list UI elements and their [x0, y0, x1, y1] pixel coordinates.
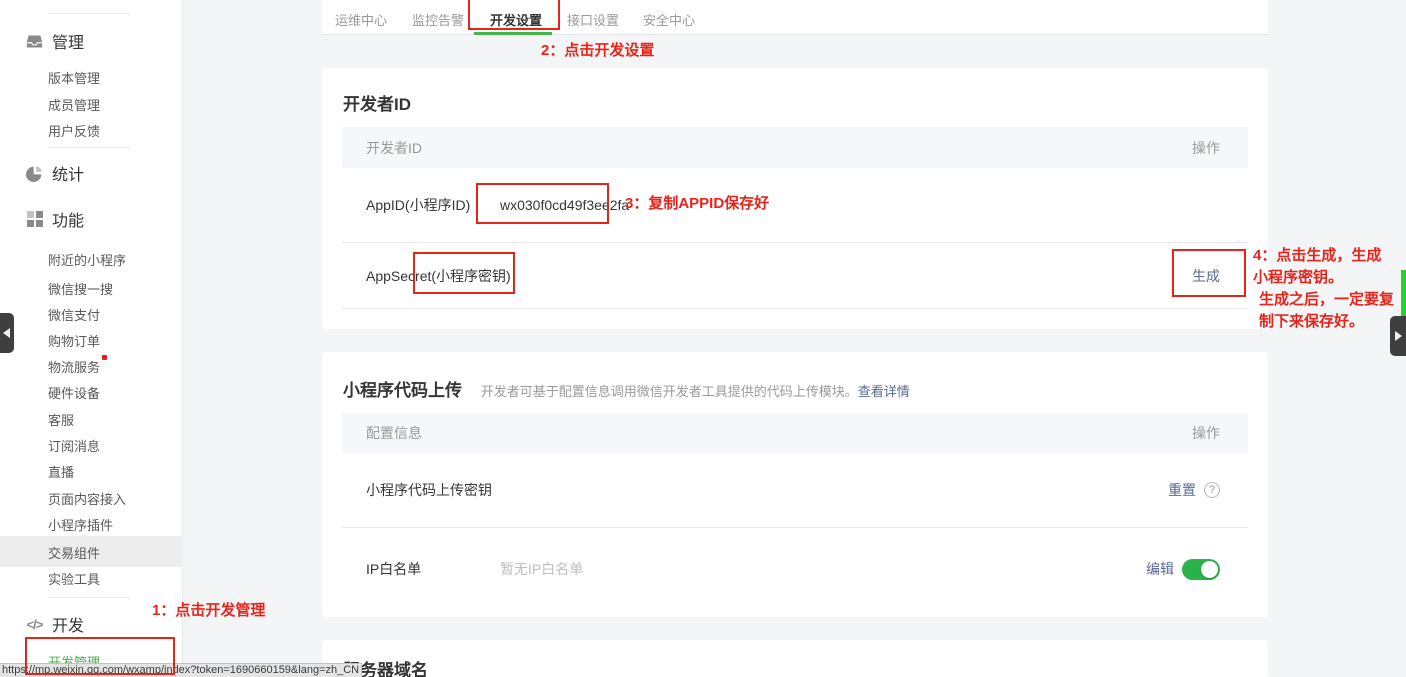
chevron-right-icon	[1395, 331, 1402, 341]
annotation-step4-text: 4：点击生成，生成 小程序密钥。 生成之后，一定要复 制下来保存好。	[1253, 245, 1394, 333]
sidebar-group-label: 开发	[52, 612, 84, 636]
sidebar-item-experiment-tools[interactable]: 实验工具	[48, 569, 100, 587]
sidebar-group-develop[interactable]: </> 开发	[26, 614, 84, 634]
tab-monitor-alert[interactable]: 监控告警	[412, 10, 464, 29]
sidebar-item-miniprogram-plugin[interactable]: 小程序插件	[48, 515, 113, 533]
pie-chart-icon	[26, 165, 43, 182]
sidebar-group-statistics[interactable]: 统计	[26, 163, 84, 183]
inbox-icon	[26, 33, 43, 50]
ip-whitelist-row: IP白名单 暂无IP白名单 编辑	[342, 528, 1248, 610]
ip-whitelist-value: 暂无IP白名单	[500, 559, 583, 579]
sidebar-item-customer-service[interactable]: 客服	[48, 410, 74, 428]
settings-tabbar: 运维中心 监控告警 开发设置 接口设置 安全中心	[322, 0, 1268, 35]
sidebar: 管理 版本管理 成员管理 用户反馈 统计 功能 附近的小程序 微信搜一搜 微信支…	[0, 0, 183, 677]
sidebar-group-label: 管理	[52, 29, 84, 53]
code-icon: </>	[26, 616, 43, 633]
generate-button[interactable]: 生成	[1192, 266, 1220, 286]
sidebar-item-subscribe-message[interactable]: 订阅消息	[48, 436, 100, 454]
tab-security-center[interactable]: 安全中心	[643, 10, 695, 29]
sidebar-item-page-content-access[interactable]: 页面内容接入	[48, 489, 126, 507]
sidebar-item-wechat-search[interactable]: 微信搜一搜	[48, 279, 113, 297]
header-col-action: 操作	[1192, 423, 1220, 443]
appid-row: AppID(小程序ID) wx030f0cd49f3ee2fa	[342, 168, 1248, 242]
annotation-step4-line4: 制下来保存好。	[1253, 311, 1394, 333]
sidebar-item-user-feedback[interactable]: 用户反馈	[48, 121, 100, 139]
code-upload-title-text: 小程序代码上传	[343, 381, 462, 400]
edit-button[interactable]: 编辑	[1146, 559, 1174, 579]
sidebar-item-member-management[interactable]: 成员管理	[48, 95, 100, 113]
sidebar-divider	[48, 597, 130, 598]
sidebar-item-version-management[interactable]: 版本管理	[48, 68, 100, 86]
upload-key-row: 小程序代码上传密钥 重置 ?	[342, 453, 1248, 527]
annotation-step4-line2: 小程序密钥。	[1253, 267, 1394, 289]
developer-id-card: 开发者ID 开发者ID 操作 AppID(小程序ID) wx030f0cd49f…	[322, 68, 1268, 329]
sidebar-item-trade-component[interactable]: 交易组件	[48, 543, 100, 561]
sidebar-item-label: 物流服务	[48, 360, 100, 375]
annotation-step4-line1: 4：点击生成，生成	[1253, 245, 1394, 267]
sidebar-item-live-stream[interactable]: 直播	[48, 462, 74, 480]
appsecret-row: AppSecret(小程序密钥) 生成	[342, 243, 1248, 308]
toggle-knob	[1201, 561, 1218, 578]
sidebar-divider	[48, 147, 130, 148]
header-col-action: 操作	[1192, 138, 1220, 158]
sidebar-group-label: 功能	[52, 207, 84, 231]
sidebar-item-logistics-service[interactable]: 物流服务	[48, 357, 107, 375]
code-upload-title: 小程序代码上传 开发者可基于配置信息调用微信开发者工具提供的代码上传模块。查看详…	[343, 376, 910, 401]
header-col-config-info: 配置信息	[366, 423, 422, 443]
appid-value: wx030f0cd49f3ee2fa	[500, 197, 629, 213]
appid-label: AppID(小程序ID)	[366, 195, 472, 215]
annotation-step4-line3: 生成之后，一定要复	[1253, 289, 1394, 311]
server-domain-card: 服务器域名	[322, 640, 1268, 677]
code-upload-card: 小程序代码上传 开发者可基于配置信息调用微信开发者工具提供的代码上传模块。查看详…	[322, 352, 1268, 617]
help-question-icon[interactable]: ?	[1204, 482, 1220, 498]
reset-button[interactable]: 重置	[1168, 480, 1196, 500]
new-badge-dot	[102, 355, 107, 360]
developer-id-table-header: 开发者ID 操作	[342, 127, 1248, 168]
appsecret-label: AppSecret(小程序密钥)	[366, 266, 494, 286]
header-col-developer-id: 开发者ID	[366, 138, 422, 158]
browser-status-url: https://mp.weixin.qq.com/wxamp/index?tok…	[0, 663, 362, 677]
developer-id-title: 开发者ID	[343, 90, 411, 115]
upload-key-label: 小程序代码上传密钥	[366, 480, 494, 500]
sidebar-item-hardware-device[interactable]: 硬件设备	[48, 383, 100, 401]
app-window: 管理 版本管理 成员管理 用户反馈 统计 功能 附近的小程序 微信搜一搜 微信支…	[0, 0, 1406, 677]
ip-whitelist-toggle[interactable]	[1182, 559, 1220, 580]
chevron-left-icon	[3, 328, 10, 338]
tab-dev-settings[interactable]: 开发设置	[490, 10, 542, 29]
grid-icon	[26, 211, 43, 228]
code-upload-table-header: 配置信息 操作	[342, 413, 1248, 453]
ip-whitelist-label: IP白名单	[366, 559, 472, 579]
sidebar-group-manage[interactable]: 管理	[26, 31, 84, 51]
sidebar-item-shopping-orders[interactable]: 购物订单	[48, 331, 100, 349]
code-upload-subtitle: 开发者可基于配置信息调用微信开发者工具提供的代码上传模块。	[481, 384, 858, 399]
tab-ops-center[interactable]: 运维中心	[335, 10, 387, 29]
sidebar-divider	[48, 13, 130, 14]
sidebar-group-label: 统计	[52, 161, 84, 185]
active-tab-underline	[474, 32, 552, 35]
sidebar-collapse-handle[interactable]	[0, 313, 14, 353]
row-divider	[342, 308, 1248, 309]
sidebar-expand-handle[interactable]	[1390, 316, 1406, 356]
sidebar-group-features[interactable]: 功能	[26, 209, 84, 229]
tab-api-settings[interactable]: 接口设置	[567, 10, 619, 29]
sidebar-item-wechat-pay[interactable]: 微信支付	[48, 305, 100, 323]
view-details-link[interactable]: 查看详情	[858, 384, 910, 399]
annotation-step2-text: 2：点击开发设置	[541, 39, 654, 60]
sidebar-item-nearby-miniprogram[interactable]: 附近的小程序	[48, 250, 126, 268]
